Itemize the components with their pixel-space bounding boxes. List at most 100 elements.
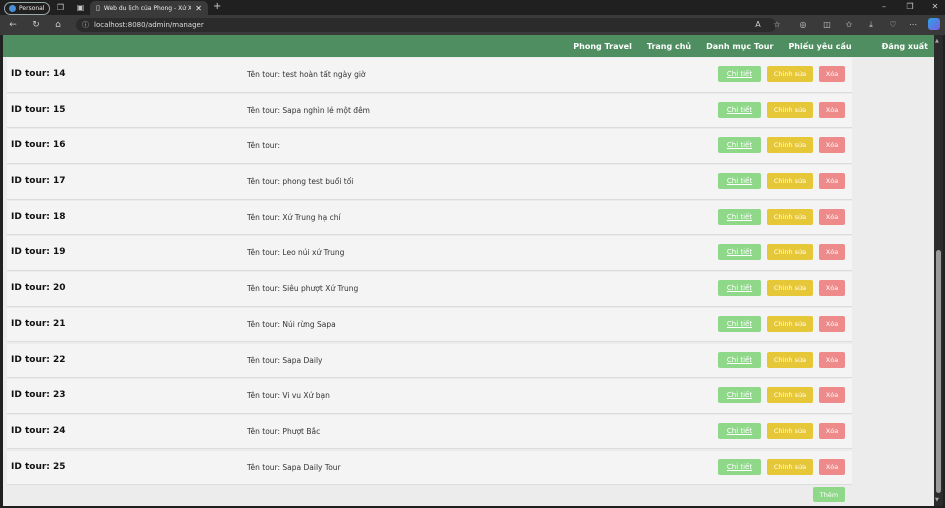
tour-id: ID tour: 16 (11, 140, 66, 151)
browser-tab-bar: Personal ❐ ▣ ▯ Web du lịch của Phong - X… (0, 0, 945, 15)
delete-button[interactable]: Xóa (819, 137, 845, 154)
favorites-icon[interactable]: ✩ (844, 20, 854, 30)
tour-row: ID tour: 16 Tên tour: Chi tiết Chỉnh sửa… (7, 129, 852, 164)
detail-button[interactable]: Chi tiết (718, 101, 761, 118)
favorite-icon[interactable]: ☆ (772, 20, 782, 30)
delete-button[interactable]: Xóa (819, 208, 845, 225)
address-bar[interactable]: ⓘ localhost:8080/admin/manager (76, 18, 776, 32)
more-icon[interactable]: ⋯ (908, 20, 918, 30)
detail-button[interactable]: Chi tiết (718, 280, 761, 297)
tour-name: Tên tour: phong test buổi tối (247, 177, 354, 187)
scrollbar[interactable]: ▲ ▼ (934, 35, 943, 506)
url-text: localhost:8080/admin/manager (94, 21, 204, 29)
tour-row: ID tour: 14 Tên tour: test hoàn tất ngày… (7, 58, 852, 93)
nav-requests[interactable]: Phiếu yêu cầu (788, 42, 851, 51)
close-icon[interactable]: ✕ (195, 4, 202, 13)
downloads-icon[interactable]: ⤓ (866, 20, 876, 30)
navbar: Phong Travel Trang chủ Danh mục Tour Phi… (3, 35, 934, 57)
edit-button[interactable]: Chỉnh sửa (767, 280, 813, 297)
tour-row: ID tour: 20 Tên tour: Siêu phượt Xứ Trun… (7, 272, 852, 307)
home-icon[interactable]: ⌂ (53, 20, 63, 30)
nav-home[interactable]: Trang chủ (647, 42, 691, 51)
nav-brand[interactable]: Phong Travel (573, 42, 632, 51)
browser-essentials-icon[interactable]: ♡ (888, 20, 898, 30)
edit-button[interactable]: Chỉnh sửa (767, 387, 813, 404)
detail-button[interactable]: Chi tiết (718, 244, 761, 261)
tour-id: ID tour: 19 (11, 247, 66, 258)
delete-button[interactable]: Xóa (819, 173, 845, 190)
delete-button[interactable]: Xóa (819, 422, 845, 439)
profile-button[interactable]: Personal (4, 2, 50, 15)
delete-button[interactable]: Xóa (819, 351, 845, 368)
tour-id: ID tour: 23 (11, 390, 66, 401)
delete-button[interactable]: Xóa (819, 101, 845, 118)
edit-button[interactable]: Chỉnh sửa (767, 173, 813, 190)
back-icon[interactable]: ← (8, 20, 18, 30)
tour-row: ID tour: 19 Tên tour: Leo núi xứ Trung C… (7, 236, 852, 271)
edit-button[interactable]: Chỉnh sửa (767, 66, 813, 82)
edit-button[interactable]: Chỉnh sửa (767, 137, 813, 154)
window-close-icon[interactable]: ✕ (928, 2, 942, 11)
page-viewport: Phong Travel Trang chủ Danh mục Tour Phi… (3, 35, 934, 506)
detail-button[interactable]: Chi tiết (718, 137, 761, 154)
delete-button[interactable]: Xóa (819, 280, 845, 297)
delete-button[interactable]: Xóa (819, 244, 845, 261)
edit-button[interactable]: Chỉnh sửa (767, 351, 813, 368)
split-screen-icon[interactable]: ◫ (822, 20, 832, 30)
tour-row: ID tour: 25 Tên tour: Sapa Daily Tour Ch… (7, 450, 852, 486)
tour-id: ID tour: 25 (11, 461, 66, 472)
nav-tour-catalog[interactable]: Danh mục Tour (706, 42, 773, 51)
new-tab-icon[interactable]: + (213, 2, 221, 12)
tour-name: Tên tour: Sapa nghìn lẻ một đêm (247, 105, 370, 115)
tour-id: ID tour: 18 (11, 211, 66, 222)
tab-actions-icon[interactable]: ▣ (76, 3, 85, 12)
scroll-down-icon[interactable]: ▼ (935, 497, 939, 503)
tour-name: Tên tour: test hoàn tất ngày giờ (247, 70, 366, 79)
tour-name: Tên tour: Sapa Daily (247, 355, 323, 365)
workspaces-icon[interactable]: ❐ (56, 3, 65, 12)
edit-button[interactable]: Chỉnh sửa (767, 101, 813, 118)
tour-name: Tên tour: Siêu phượt Xứ Trung (247, 284, 359, 294)
add-tour-button[interactable]: Thêm (813, 487, 845, 502)
tour-row: ID tour: 23 Tên tour: Vi vu Xứ bạn Chi t… (7, 379, 852, 414)
copilot-icon[interactable] (928, 18, 940, 30)
tour-id: ID tour: 24 (11, 425, 66, 436)
delete-button[interactable]: Xóa (819, 458, 845, 475)
tour-id: ID tour: 14 (11, 69, 66, 79)
edit-button[interactable]: Chỉnh sửa (767, 208, 813, 225)
delete-button[interactable]: Xóa (819, 315, 845, 332)
info-icon[interactable]: ⓘ (82, 20, 89, 30)
edit-button[interactable]: Chỉnh sửa (767, 244, 813, 261)
page-icon: ▯ (96, 4, 100, 12)
scrollbar-thumb[interactable] (936, 250, 941, 493)
restore-icon[interactable]: ❐ (903, 2, 917, 11)
edit-button[interactable]: Chỉnh sửa (767, 422, 813, 439)
detail-button[interactable]: Chi tiết (718, 173, 761, 190)
extensions-icon[interactable]: ◎ (798, 20, 808, 30)
detail-button[interactable]: Chi tiết (718, 422, 761, 439)
detail-button[interactable]: Chi tiết (718, 315, 761, 332)
nav-logout[interactable]: Đăng xuất (882, 42, 928, 51)
edit-button[interactable]: Chỉnh sửa (767, 315, 813, 332)
address-bar-row: ← ↻ ⌂ ⓘ localhost:8080/admin/manager A ☆… (0, 15, 945, 35)
refresh-icon[interactable]: ↻ (31, 20, 41, 30)
delete-button[interactable]: Xóa (819, 387, 845, 404)
detail-button[interactable]: Chi tiết (718, 387, 761, 404)
detail-button[interactable]: Chi tiết (718, 66, 761, 82)
tour-list: ID tour: 14 Tên tour: test hoàn tất ngày… (7, 58, 852, 486)
tour-name: Tên tour: (247, 141, 281, 151)
browser-tab[interactable]: ▯ Web du lịch của Phong - Xứ X p ✕ (90, 1, 208, 15)
tour-id: ID tour: 15 (11, 104, 66, 115)
tour-name: Tên tour: Phượt Bắc (247, 426, 321, 436)
detail-button[interactable]: Chi tiết (718, 458, 761, 475)
edit-button[interactable]: Chỉnh sửa (767, 458, 813, 475)
delete-button[interactable]: Xóa (819, 66, 845, 82)
detail-button[interactable]: Chi tiết (718, 208, 761, 225)
minimize-icon[interactable]: – (877, 2, 891, 11)
read-aloud-icon[interactable]: A (753, 20, 763, 30)
tour-row: ID tour: 18 Tên tour: Xứ Trung hạ chí Ch… (7, 200, 852, 236)
scroll-up-icon[interactable]: ▲ (935, 38, 939, 44)
tour-id: ID tour: 22 (11, 354, 66, 365)
detail-button[interactable]: Chi tiết (718, 351, 761, 368)
profile-label: Personal (19, 5, 45, 12)
